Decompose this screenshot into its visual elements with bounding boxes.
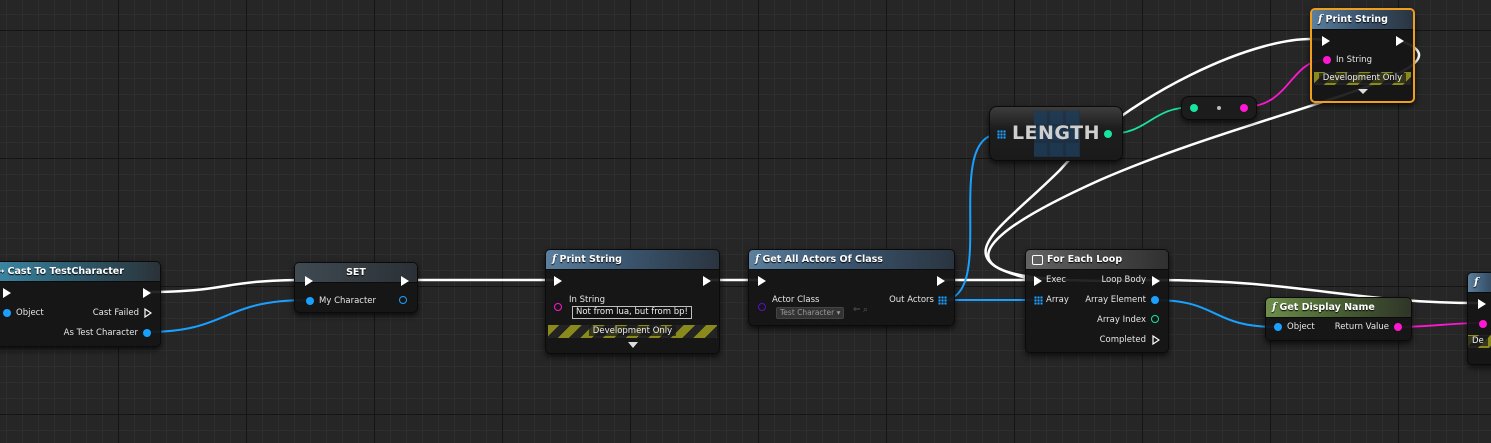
node-header: f [1468, 273, 1491, 293]
exec-output-pin[interactable] [143, 288, 151, 298]
pin-label-return-value: Return Value [1334, 322, 1389, 332]
pin-label-object: Object [1287, 322, 1315, 332]
cast-to-testcharacter-node[interactable]: ➞Cast To TestCharacter Object Cast Faile… [0, 261, 161, 347]
completed-exec-pin[interactable] [1152, 335, 1160, 345]
function-icon: f [552, 253, 557, 265]
actor-class-input-pin[interactable] [758, 303, 766, 311]
node-title: Print String [1325, 14, 1388, 25]
exec-output-pin[interactable] [937, 276, 945, 286]
set-variable-node[interactable]: SET My Character [294, 262, 418, 313]
pin-label-array: Array [1046, 295, 1069, 305]
array-index-output-pin[interactable] [1151, 315, 1159, 323]
wire-layer [145, 37, 1482, 333]
exec-input-pin[interactable] [1478, 299, 1486, 309]
object-wire[interactable] [145, 299, 309, 333]
for-each-loop-node[interactable]: For Each Loop Exec Loop Body Array Array… [1025, 249, 1169, 353]
object-input-pin[interactable] [3, 309, 11, 317]
node-title: Get Display Name [1279, 302, 1375, 313]
loop-body-exec-pin[interactable] [1152, 276, 1160, 286]
pin-label-in-string: In String [1336, 55, 1372, 65]
exec-input-pin[interactable] [305, 276, 313, 286]
out-actors-array-pin[interactable] [938, 296, 947, 305]
object-wire[interactable] [1153, 299, 1278, 328]
length-label: LENGTH [1011, 122, 1101, 144]
function-icon: f [755, 253, 760, 265]
node-header: ➞Cast To TestCharacter [0, 262, 160, 282]
node-title: SET [346, 267, 366, 278]
node-title: Cast To TestCharacter [7, 266, 124, 277]
pin-label-out-actors: Out Actors [889, 295, 934, 305]
expand-arrow-icon[interactable] [1358, 89, 1368, 94]
pin-label-actor-class: Actor Class [772, 295, 820, 305]
exec-input-pin[interactable] [1034, 276, 1042, 286]
in-string-text-field[interactable]: Not from lua, but from bp! [572, 306, 692, 319]
print-string-node-selected[interactable]: f Print String In String Development Only [1310, 8, 1415, 103]
get-display-name-node[interactable]: f Get Display Name Object Return Value [1265, 297, 1412, 341]
string-output-pin[interactable] [1240, 104, 1248, 112]
pin-label-completed: Completed [1099, 335, 1146, 345]
print-string-node[interactable]: f Print String In String Not from lua, bu… [545, 249, 720, 354]
node-header: For Each Loop [1026, 250, 1168, 270]
development-only-banner: Development Only [1314, 72, 1411, 85]
node-header: f Print String [1312, 10, 1413, 30]
conversion-dot-icon [1217, 106, 1221, 110]
my-character-input-pin[interactable] [306, 297, 314, 305]
print-string-node-partial[interactable]: f De [1467, 272, 1491, 365]
node-title: For Each Loop [1047, 254, 1123, 265]
length-node[interactable]: LENGTH [989, 106, 1123, 161]
node-header: SET [295, 263, 417, 283]
exec-output-pin[interactable] [401, 276, 409, 286]
array-element-output-pin[interactable] [1151, 296, 1159, 304]
in-string-input-pin[interactable] [1323, 56, 1331, 64]
cast-arrows-icon: ➞ [0, 267, 5, 277]
my-character-output-pin[interactable] [399, 296, 407, 304]
pin-label-array-index: Array Index [1097, 315, 1146, 325]
expand-arrow-icon[interactable] [628, 342, 638, 348]
pin-label-array-element: Array Element [1085, 295, 1146, 305]
use-selected-icon[interactable]: ⇐ [853, 305, 861, 315]
as-test-character-output-pin[interactable] [143, 329, 151, 337]
exec-input-pin[interactable] [554, 276, 562, 286]
exec-wire[interactable] [146, 278, 308, 294]
function-icon: f [1318, 13, 1323, 25]
macro-icon [1032, 254, 1043, 265]
pin-label-exec: Exec [1046, 275, 1067, 285]
in-string-input-pin[interactable] [554, 303, 562, 311]
pin-label-cast-failed: Cast Failed [92, 308, 139, 318]
function-icon: f [1474, 276, 1479, 288]
pin-label-in-string: In String [569, 295, 605, 305]
exec-input-pin[interactable] [758, 276, 766, 286]
integer-output-pin[interactable] [1104, 130, 1112, 138]
development-only-banner: De [1468, 335, 1491, 348]
function-icon: f [1272, 301, 1277, 313]
node-title: Get All Actors Of Class [762, 254, 883, 265]
browse-icon[interactable]: ⌕ [863, 305, 868, 315]
node-header: f Print String [546, 250, 719, 270]
exec-input-pin[interactable] [1322, 36, 1330, 46]
array-input-pin[interactable] [1034, 296, 1043, 305]
node-title: Print String [559, 254, 622, 265]
return-value-output-pin[interactable] [1394, 323, 1402, 331]
pin-label-object: Object [16, 308, 44, 318]
object-input-pin[interactable] [1274, 323, 1282, 331]
pin-label-my-character: My Character [319, 296, 377, 306]
int-to-string-conversion-node[interactable] [1181, 96, 1257, 120]
exec-output-pin[interactable] [1396, 36, 1404, 46]
get-all-actors-of-class-node[interactable]: f Get All Actors Of Class Actor Class Tes… [748, 249, 955, 326]
integer-input-pin[interactable] [1190, 104, 1198, 112]
cast-failed-exec-pin[interactable] [144, 308, 152, 318]
in-string-input-pin[interactable] [1479, 320, 1487, 328]
pin-label-as-test-character: As Test Character [63, 328, 138, 338]
pin-label-loop-body: Loop Body [1101, 275, 1146, 285]
actor-class-dropdown[interactable]: Test Character ▾ [776, 307, 845, 319]
array-input-pin[interactable] [997, 130, 1006, 139]
exec-input-pin[interactable] [3, 288, 11, 298]
chevron-down-icon: ▾ [836, 308, 841, 317]
node-header: f Get All Actors Of Class [749, 250, 954, 270]
exec-output-pin[interactable] [703, 276, 711, 286]
development-only-banner: Development Only [548, 325, 717, 338]
node-header: f Get Display Name [1266, 298, 1411, 318]
